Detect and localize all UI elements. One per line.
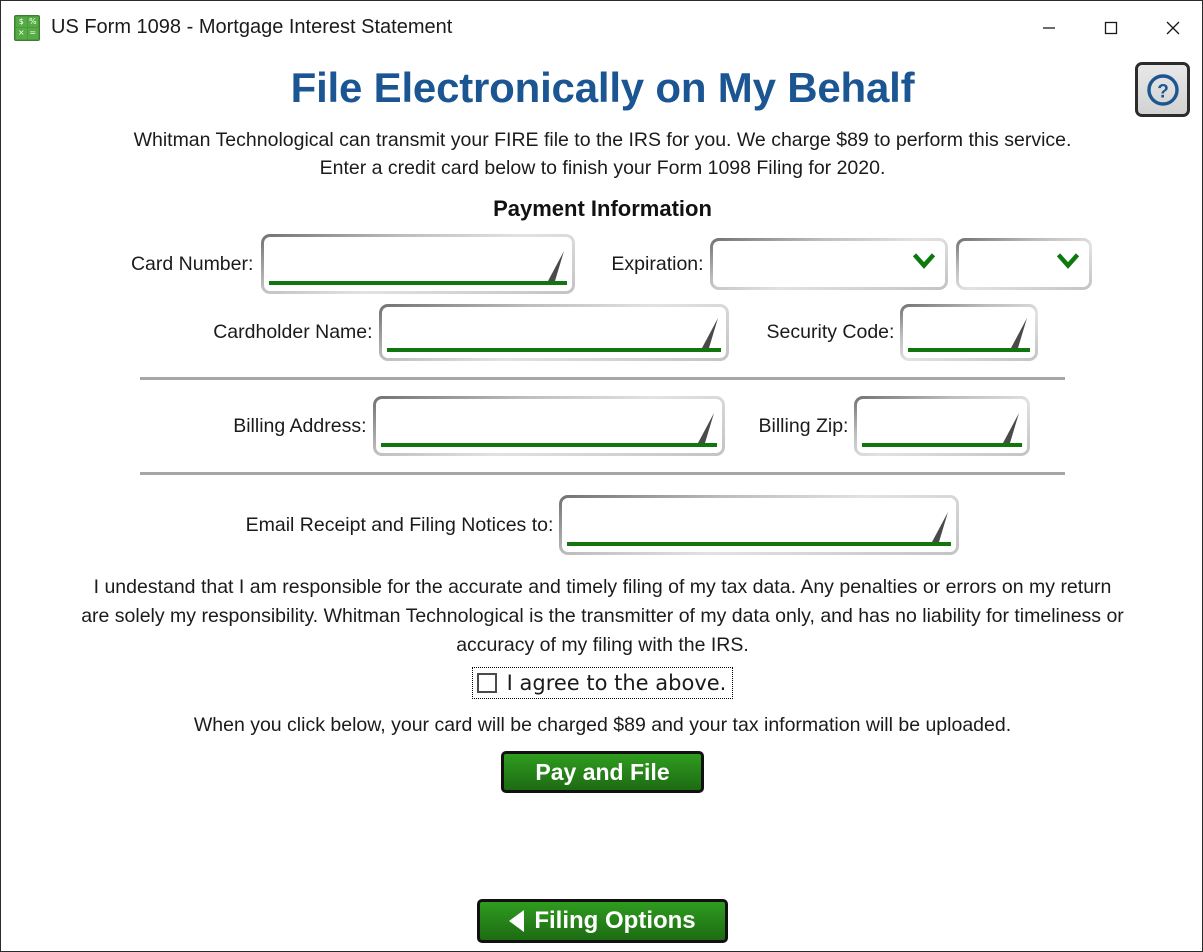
cardholder-name-row: Cardholder Name: Security Code: (1, 304, 1202, 361)
agree-checkbox[interactable] (476, 673, 497, 693)
security-code-input[interactable] (909, 309, 1030, 348)
cardholder-name-field[interactable] (378, 304, 729, 361)
divider-email-top (140, 472, 1065, 475)
email-field[interactable] (559, 495, 960, 555)
maximize-button[interactable] (1080, 1, 1142, 54)
security-code-field[interactable] (900, 304, 1039, 361)
email-input[interactable] (568, 500, 951, 542)
card-number-label: Card Number: (130, 252, 254, 275)
security-code-underline (908, 348, 1031, 352)
app-icon-glyph-dollar: $ (16, 16, 27, 27)
cardholder-name-underline (386, 348, 721, 352)
email-label: Email Receipt and Filing Notices to: (245, 513, 554, 536)
filing-options-label: Filing Options (534, 907, 696, 934)
charge-note-text: When you click below, your card will be … (193, 714, 1012, 736)
divider-billing-top (140, 377, 1065, 380)
card-number-underline (269, 281, 568, 285)
agree-checkbox-group[interactable]: I agree to the above. (471, 667, 734, 699)
card-number-input[interactable] (270, 239, 567, 281)
billing-address-input[interactable] (381, 401, 716, 443)
app-icon-glyph-times: × (16, 28, 27, 39)
chevron-down-icon (1056, 253, 1079, 275)
payment-information-heading: Payment Information (493, 196, 712, 221)
billing-zip-field[interactable] (854, 396, 1031, 456)
email-underline (567, 542, 952, 546)
expiration-year-select[interactable] (955, 238, 1092, 290)
expiration-month-select[interactable] (709, 238, 948, 290)
minimize-icon (1043, 26, 1055, 29)
pay-and-file-button[interactable]: Pay and File (501, 751, 704, 793)
close-button[interactable] (1142, 1, 1202, 54)
cardholder-name-input[interactable] (387, 309, 720, 348)
intro-text: Whitman Technological can transmit your … (133, 129, 1072, 179)
minimize-button[interactable] (1018, 1, 1080, 54)
page-title: File Electronically on My Behalf (290, 64, 915, 111)
agreement-row: I agree to the above. (1, 667, 1202, 699)
window-controls (1018, 1, 1202, 54)
billing-address-field[interactable] (372, 396, 725, 456)
app-icon-glyph-percent: % (27, 16, 38, 27)
agree-checkbox-label: I agree to the above. (506, 671, 727, 695)
filing-options-button[interactable]: Filing Options (477, 899, 728, 943)
billing-zip-input[interactable] (863, 401, 1022, 443)
main-content: File Electronically on My Behalf Whitman… (1, 54, 1202, 951)
disclaimer-text: I undestand that I am responsible for th… (81, 576, 1124, 656)
security-code-label: Security Code: (766, 321, 895, 343)
billing-address-label: Billing Address: (233, 414, 367, 437)
app-icon-glyph-equals: = (27, 28, 38, 39)
cardholder-name-label: Cardholder Name: (213, 321, 373, 343)
card-number-row: Card Number: Expiration: (1, 234, 1202, 294)
billing-zip-label: Billing Zip: (758, 414, 849, 437)
email-row: Email Receipt and Filing Notices to: (1, 495, 1202, 555)
triangle-left-icon (509, 910, 525, 932)
bottom-action-bar: Filing Options (1, 885, 1202, 951)
card-number-field[interactable] (261, 234, 576, 294)
window-title: US Form 1098 - Mortgage Interest Stateme… (51, 16, 453, 38)
application-window: $ % × = US Form 1098 - Mortgage Interest… (0, 0, 1203, 952)
chevron-down-icon (912, 253, 935, 275)
billing-address-row: Billing Address: Billing Zip: (1, 396, 1202, 456)
maximize-icon (1104, 21, 1118, 34)
app-icon: $ % × = (14, 14, 40, 41)
billing-address-underline (380, 443, 717, 447)
expiration-label: Expiration: (611, 252, 704, 275)
close-icon (1166, 21, 1180, 34)
billing-zip-underline (862, 443, 1023, 447)
title-bar: $ % × = US Form 1098 - Mortgage Interest… (1, 1, 1202, 54)
